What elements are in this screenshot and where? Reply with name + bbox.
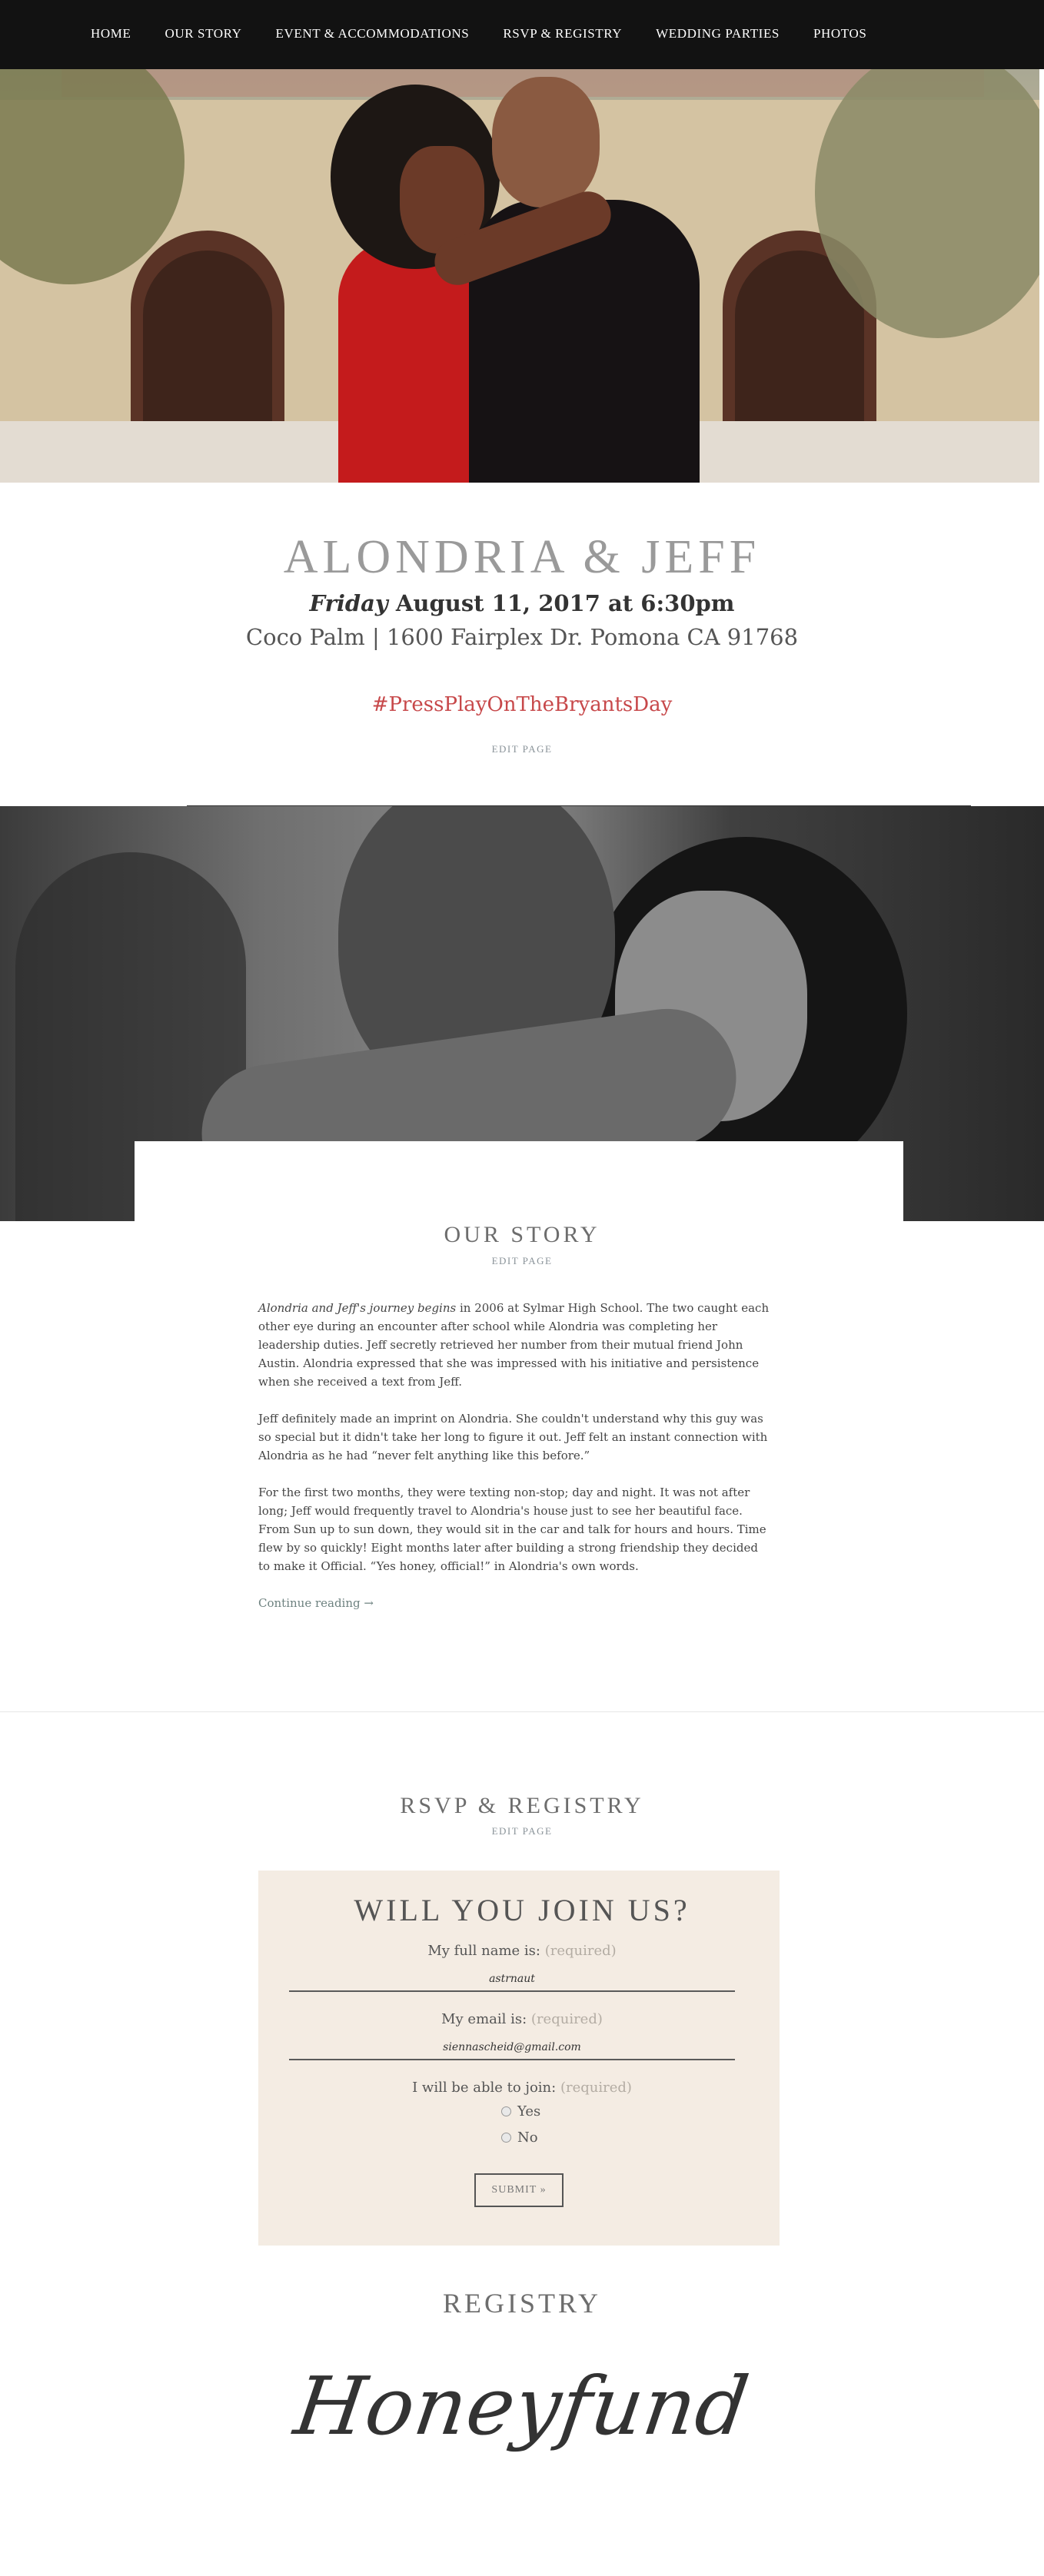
event-day: Friday xyxy=(309,590,388,616)
name-label: My full name is: (required) xyxy=(427,1943,617,1959)
submit-button[interactable]: SUBMIT » xyxy=(474,2173,564,2207)
story-title: OUR STORY xyxy=(444,1222,600,1247)
email-label: My email is: (required) xyxy=(441,2011,603,2027)
registry-title: REGISTRY xyxy=(442,2288,602,2319)
radio-yes[interactable]: Yes xyxy=(501,2103,540,2120)
story-text: Alondria and Jeff's journey begins in 20… xyxy=(258,1299,772,1612)
story-paragraph: Alondria and Jeff's journey begins in 20… xyxy=(258,1301,770,1389)
nav-rsvp-registry[interactable]: RSVP & REGISTRY xyxy=(503,26,622,41)
edit-page-link-rsvp: EDIT PAGE xyxy=(0,1825,1044,1837)
nav-list: HOME OUR STORY EVENT & ACCOMMODATIONS RS… xyxy=(91,26,900,41)
edit-page-link-header: EDIT PAGE xyxy=(0,743,1044,755)
hashtag: #PressPlayOnTheBryantsDay xyxy=(371,693,673,716)
story-paragraph: For the first two months, they were text… xyxy=(258,1486,766,1573)
nav-wedding-parties[interactable]: WEDDING PARTIES xyxy=(656,26,780,41)
event-date: Friday August 11, 2017 at 6:30pm xyxy=(0,590,1044,616)
nav-home[interactable]: HOME xyxy=(91,26,131,41)
event-date-time: August 11, 2017 at 6:30pm xyxy=(387,590,735,616)
continue-reading-link[interactable]: Continue reading → xyxy=(258,1596,374,1610)
radio-button[interactable] xyxy=(501,2106,511,2116)
event-venue: Coco Palm | 1600 Fairplex Dr. Pomona CA … xyxy=(245,624,799,650)
email-field[interactable] xyxy=(289,2036,735,2060)
radio-button[interactable] xyxy=(501,2133,511,2143)
nav-our-story[interactable]: OUR STORY xyxy=(165,26,241,41)
rsvp-section-title: RSVP & REGISTRY xyxy=(400,1793,644,1818)
page-title: ALONDRIA & JEFF xyxy=(283,531,761,583)
full-name-field[interactable] xyxy=(289,1967,735,1992)
hero-arch xyxy=(131,231,284,438)
join-label: I will be able to join: (required) xyxy=(412,2080,632,2096)
nav-event-accommodations[interactable]: EVENT & ACCOMMODATIONS xyxy=(276,26,470,41)
edit-page-link[interactable]: EDIT PAGE xyxy=(492,1825,553,1837)
radio-no[interactable]: No xyxy=(501,2130,538,2146)
story-paragraph: Jeff definitely made an imprint on Alond… xyxy=(258,1412,768,1462)
hero-couple-photo xyxy=(0,69,1039,483)
main-nav: HOME OUR STORY EVENT & ACCOMMODATIONS RS… xyxy=(0,0,1044,69)
edit-page-link[interactable]: EDIT PAGE xyxy=(492,1255,553,1266)
edit-page-link-story: EDIT PAGE xyxy=(0,1255,1044,1267)
nav-photos[interactable]: PHOTOS xyxy=(813,26,866,41)
edit-page-link[interactable]: EDIT PAGE xyxy=(492,743,553,755)
rsvp-form-title: WILL YOU JOIN US? xyxy=(354,1893,690,1927)
section-divider xyxy=(0,1711,1044,1712)
honeyfund-logo[interactable]: Honeyfund xyxy=(0,2359,1044,2453)
